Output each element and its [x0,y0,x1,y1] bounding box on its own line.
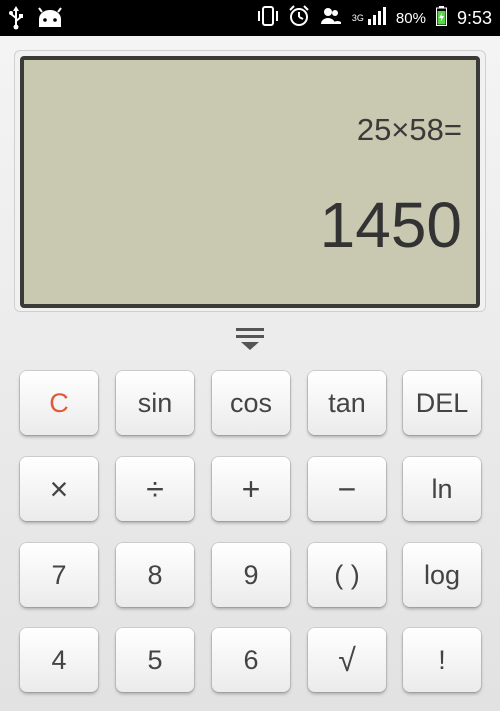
log-key[interactable]: log [403,543,481,607]
status-bar-right: 3G 80% 9:53 [257,0,492,36]
alarm-icon [288,5,310,31]
cos-key[interactable]: cos [212,371,290,435]
sin-key[interactable]: sin [116,371,194,435]
clock: 9:53 [456,7,492,28]
clear-key[interactable]: C [20,371,98,435]
parentheses-key[interactable]: ( ) [308,543,386,607]
expression-text: 25×58= [356,112,462,147]
contacts-icon [320,7,342,29]
handle-arrow [241,342,259,350]
signal-icon [367,7,386,29]
battery-icon [435,6,447,30]
usb-icon [8,6,24,34]
display-screen: 25×58= 1450 [20,56,480,308]
calculator-app: 25×58= 1450 Csin cos tan DEL × ÷ + − ln 7 8 9 ( ) log… [0,36,500,711]
divide-key[interactable]: ÷ [116,457,194,521]
status-bar-left [8,6,64,34]
minus-key[interactable]: − [308,457,386,521]
sqrt-key[interactable]: √ [308,628,386,692]
vibrate-icon [257,5,278,31]
handle-bar [236,328,264,331]
digit-9-key[interactable]: 9 [212,543,290,607]
handle-bar [236,335,264,338]
display-frame: 25×58= 1450 [14,50,486,312]
digit-8-key[interactable]: 8 [116,543,194,607]
tan-key[interactable]: tan [308,371,386,435]
result-text: 1450 [319,189,462,261]
multiply-key[interactable]: × [20,457,98,521]
status-bar: 3G 80% 9:53 [0,0,500,36]
plus-key[interactable]: + [212,457,290,521]
digit-7-key[interactable]: 7 [20,543,98,607]
expand-handle-icon[interactable] [234,326,266,352]
delete-key[interactable]: DEL [403,371,481,435]
android-icon [36,7,64,33]
ln-key[interactable]: ln [403,457,481,521]
digit-5-key[interactable]: 5 [116,628,194,692]
digit-6-key[interactable]: 6 [212,628,290,692]
battery-percent: 80% [395,9,426,27]
digit-4-key[interactable]: 4 [20,628,98,692]
network-type: 3G [351,13,364,23]
factorial-key[interactable]: ! [403,628,481,692]
